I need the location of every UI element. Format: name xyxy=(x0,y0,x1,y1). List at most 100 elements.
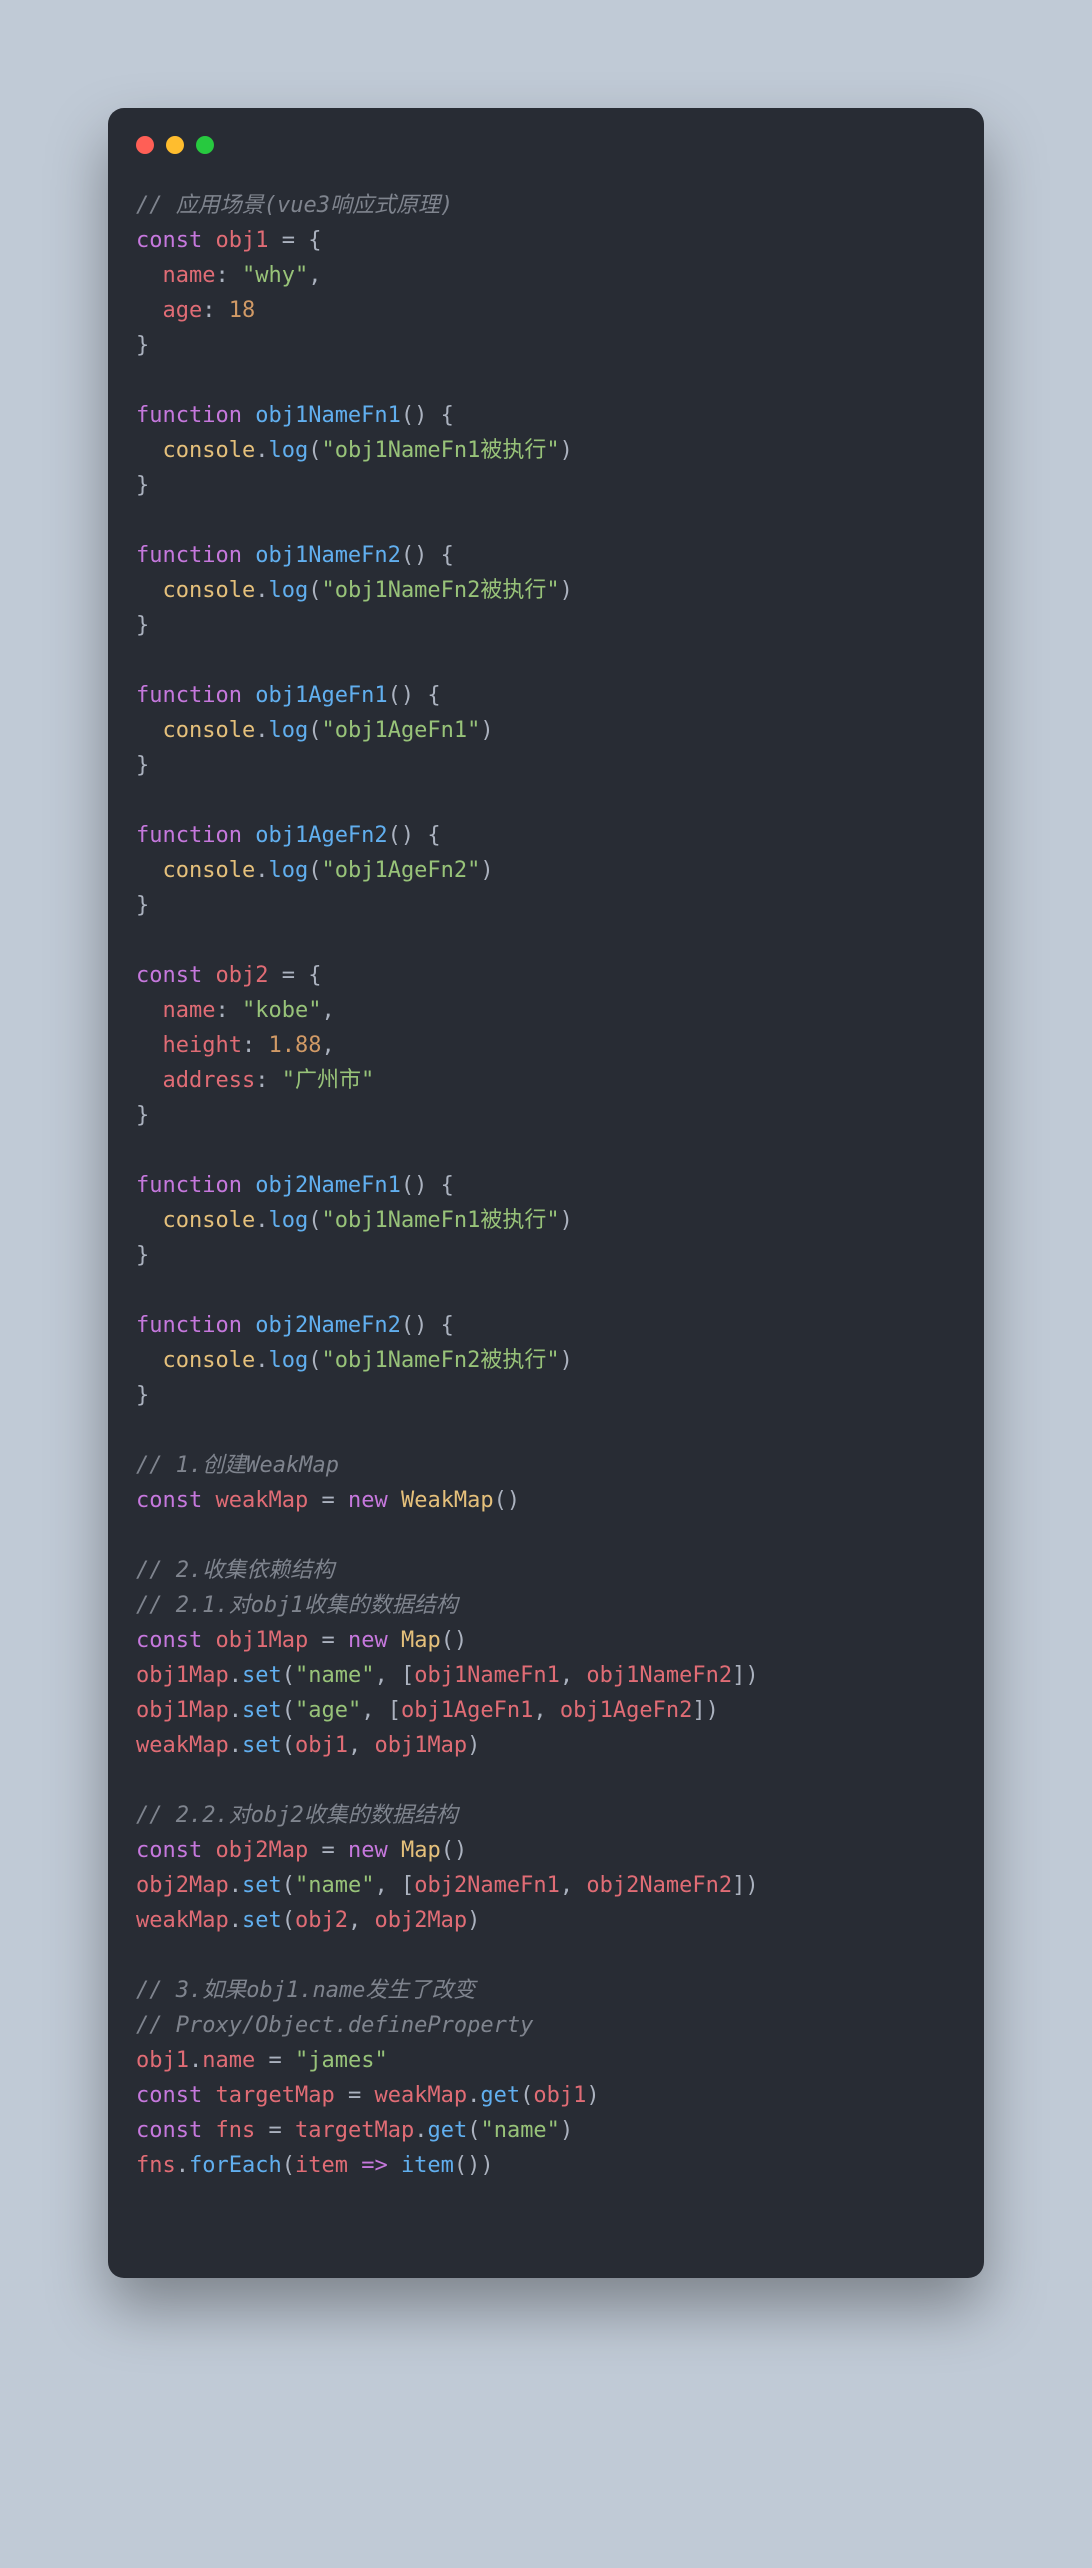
prop: name xyxy=(163,998,216,1023)
punc: } xyxy=(136,893,149,918)
ident: obj1NameFn1 xyxy=(414,1663,560,1688)
fn-def: obj1NameFn1 xyxy=(255,403,401,428)
punc: ( xyxy=(308,578,321,603)
minimize-icon[interactable] xyxy=(166,136,184,154)
kw-new: new xyxy=(348,1488,388,1513)
fn-call: forEach xyxy=(189,2153,282,2178)
ident: obj1Map xyxy=(215,1628,308,1653)
comment: // 3.如果obj1.name发生了改变 xyxy=(136,1978,475,2003)
punc: () { xyxy=(388,823,441,848)
comment: // 2.收集依赖结构 xyxy=(136,1558,334,1583)
ident: weakMap xyxy=(136,1733,229,1758)
punc: ) xyxy=(560,1208,573,1233)
punc: . xyxy=(255,858,268,883)
kw-function: function xyxy=(136,823,242,848)
class: WeakMap xyxy=(401,1488,494,1513)
fn-call: log xyxy=(268,578,308,603)
string: "obj1AgeFn2" xyxy=(321,858,480,883)
kw-function: function xyxy=(136,683,242,708)
ident: obj1Map xyxy=(374,1733,467,1758)
punc: , xyxy=(361,1698,388,1723)
zoom-icon[interactable] xyxy=(196,136,214,154)
ident: weakMap xyxy=(374,2083,467,2108)
punc: : xyxy=(215,998,242,1023)
punc: . xyxy=(467,2083,480,2108)
string: "obj1NameFn2被执行" xyxy=(321,1348,559,1373)
punc: ) xyxy=(507,1488,520,1513)
punc: [ xyxy=(401,1663,414,1688)
punc: : xyxy=(242,1033,269,1058)
fn-call: set xyxy=(242,1698,282,1723)
prop: name xyxy=(163,263,216,288)
punc: ( xyxy=(282,1908,295,1933)
kw-function: function xyxy=(136,403,242,428)
punc: } xyxy=(136,753,149,778)
punc: . xyxy=(229,1873,242,1898)
punc: ] xyxy=(692,1698,705,1723)
punc: . xyxy=(255,1348,268,1373)
punc: , xyxy=(348,1908,375,1933)
punc: () { xyxy=(401,543,454,568)
punc: ( xyxy=(282,1698,295,1723)
fn-def: obj1NameFn2 xyxy=(255,543,401,568)
fn-call: log xyxy=(268,718,308,743)
string: "obj1NameFn2被执行" xyxy=(321,578,559,603)
string: "obj1NameFn1被执行" xyxy=(321,1208,559,1233)
ident: obj2 xyxy=(295,1908,348,1933)
class: Map xyxy=(401,1838,441,1863)
punc: . xyxy=(414,2118,427,2143)
number: 1.88 xyxy=(268,1033,321,1058)
arrow: => xyxy=(348,2153,401,2178)
punc: } xyxy=(136,1243,149,1268)
fn-call: set xyxy=(242,1873,282,1898)
code-window: // 应用场景(vue3响应式原理) const obj1 = { name: … xyxy=(108,108,984,2278)
fn-call: get xyxy=(427,2118,467,2143)
string: "why" xyxy=(242,263,308,288)
ident: targetMap xyxy=(215,2083,334,2108)
ident: obj2Map xyxy=(215,1838,308,1863)
punc: . xyxy=(255,718,268,743)
punc: ( xyxy=(441,1838,454,1863)
number: 18 xyxy=(229,298,256,323)
punc: . xyxy=(255,1208,268,1233)
punc: () { xyxy=(388,683,441,708)
ident: obj2Map xyxy=(136,1873,229,1898)
kw-function: function xyxy=(136,1173,242,1198)
string: "name" xyxy=(295,1873,374,1898)
punc: ( xyxy=(454,2153,467,2178)
ident: console xyxy=(163,718,256,743)
fn-call: set xyxy=(242,1663,282,1688)
ident: obj1Map xyxy=(136,1698,229,1723)
punc: } xyxy=(136,333,149,358)
punc: . xyxy=(229,1698,242,1723)
punc: ) xyxy=(560,1348,573,1373)
ident: obj1 xyxy=(533,2083,586,2108)
punc: ) xyxy=(480,718,493,743)
ident: obj1AgeFn1 xyxy=(401,1698,533,1723)
prop: name xyxy=(202,2048,255,2073)
ident: console xyxy=(163,1348,256,1373)
punc: ( xyxy=(282,1873,295,1898)
punc: : xyxy=(255,1068,282,1093)
punc: ( xyxy=(520,2083,533,2108)
code-block: // 应用场景(vue3响应式原理) const obj1 = { name: … xyxy=(108,154,984,2278)
punc: ) xyxy=(454,1628,467,1653)
ident: obj1 xyxy=(295,1733,348,1758)
punc: } xyxy=(136,1383,149,1408)
punc: ( xyxy=(308,1348,321,1373)
punc: . xyxy=(176,2153,189,2178)
kw-function: function xyxy=(136,543,242,568)
kw-const: const xyxy=(136,963,202,988)
punc: ( xyxy=(308,438,321,463)
punc: ( xyxy=(441,1628,454,1653)
ident: obj1AgeFn2 xyxy=(560,1698,692,1723)
punc: ) xyxy=(745,1873,758,1898)
prop: age xyxy=(163,298,203,323)
close-icon[interactable] xyxy=(136,136,154,154)
punc: ) xyxy=(467,1908,480,1933)
punc: , xyxy=(560,1873,587,1898)
param: item xyxy=(295,2153,348,2178)
punc: ) xyxy=(560,578,573,603)
string: "name" xyxy=(480,2118,559,2143)
punc: , xyxy=(374,1663,401,1688)
